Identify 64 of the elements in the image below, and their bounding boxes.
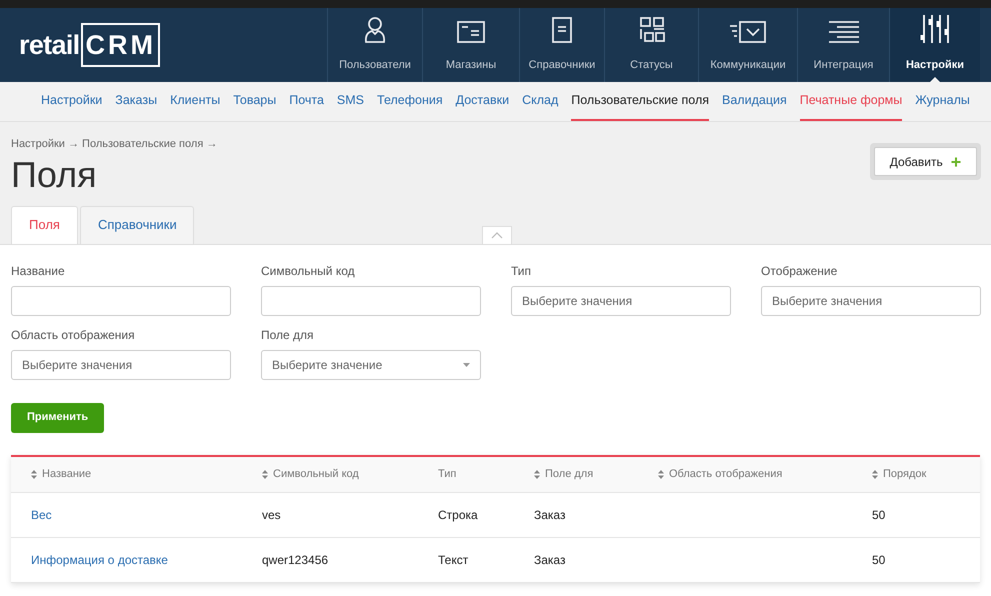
multiselect-field[interactable]: Выберите значения xyxy=(761,286,981,316)
column-header[interactable]: Порядок xyxy=(883,466,926,482)
column-header[interactable]: Название xyxy=(42,466,92,482)
column-header[interactable]: Область отображения xyxy=(669,466,782,482)
sort-icon[interactable] xyxy=(658,470,664,478)
subnav-link[interactable]: Склад xyxy=(522,82,558,121)
logo[interactable]: retail CRM xyxy=(0,8,327,82)
filter-label: Тип xyxy=(511,262,532,280)
multiselect-field[interactable]: Выберите значения xyxy=(11,350,231,380)
subnav-link[interactable]: Настройки xyxy=(41,82,102,121)
table-cell: ves xyxy=(262,508,281,522)
apply-button[interactable]: Применить xyxy=(11,402,104,432)
table-cell: 50 xyxy=(872,508,886,522)
lines-icon xyxy=(826,18,860,44)
sort-icon[interactable] xyxy=(31,470,37,478)
subnav-link[interactable]: Почта xyxy=(289,82,324,121)
tab[interactable]: Справочники xyxy=(80,206,194,244)
caret-icon xyxy=(463,362,470,366)
subnav-link[interactable]: Печатные формы xyxy=(800,82,902,121)
page-title: Поля xyxy=(11,154,98,194)
breadcrumb: Настройки → Пользовательские поля → xyxy=(11,137,218,152)
field-name-link[interactable]: Информация о доставке xyxy=(31,552,168,566)
select-field[interactable]: Выберите значение xyxy=(261,350,481,380)
subnav-link[interactable]: Доставки xyxy=(456,82,510,121)
table-cell: Строка xyxy=(438,508,478,522)
filter-label: Символьный код xyxy=(261,262,356,280)
tab[interactable]: Поля xyxy=(11,206,78,244)
add-button[interactable]: Добавить + xyxy=(874,147,977,176)
table-cell: Заказ xyxy=(534,552,566,566)
sort-icon[interactable] xyxy=(262,470,268,478)
input-field[interactable] xyxy=(261,286,481,316)
chevron-up-icon xyxy=(491,232,503,238)
table-cell: 50 xyxy=(872,552,886,566)
subnav-link[interactable]: SMS xyxy=(336,82,364,121)
table-cell: Заказ xyxy=(534,508,566,522)
subnav-link[interactable]: Клиенты xyxy=(170,82,220,121)
table-cell: Текст xyxy=(438,552,468,566)
window-icon xyxy=(456,18,486,44)
table-cell: qwer123456 xyxy=(262,552,328,566)
subnav-link[interactable]: Журналы xyxy=(915,82,970,121)
input-field[interactable] xyxy=(11,286,231,316)
envelope-icon xyxy=(728,18,768,44)
filter-label: Область отображения xyxy=(11,326,136,344)
subnav-link[interactable]: Телефония xyxy=(377,82,443,121)
column-header[interactable]: Символьный код xyxy=(273,466,359,482)
sliders-icon xyxy=(918,12,952,44)
grid-icon xyxy=(638,14,666,44)
column-header[interactable]: Поле для xyxy=(545,466,594,482)
subnav-link[interactable]: Валидация xyxy=(722,82,787,121)
document-icon xyxy=(550,14,574,44)
collapse-toggle[interactable] xyxy=(482,226,512,244)
multiselect-field[interactable]: Выберите значения xyxy=(511,286,731,316)
subnav-link[interactable]: Товары xyxy=(233,82,276,121)
column-header[interactable]: Тип xyxy=(438,466,456,482)
subnav-link[interactable]: Заказы xyxy=(115,82,158,121)
filter-label: Название xyxy=(11,262,66,280)
sort-icon[interactable] xyxy=(872,470,878,478)
field-name-link[interactable]: Вес xyxy=(31,508,52,522)
person-icon xyxy=(362,14,388,44)
sort-icon[interactable] xyxy=(534,470,540,478)
subnav-link[interactable]: Пользовательские поля xyxy=(571,82,710,121)
filter-label: Отображение xyxy=(761,262,838,280)
nav-item[interactable]: Настройки xyxy=(889,8,980,82)
filter-label: Поле для xyxy=(261,326,315,344)
